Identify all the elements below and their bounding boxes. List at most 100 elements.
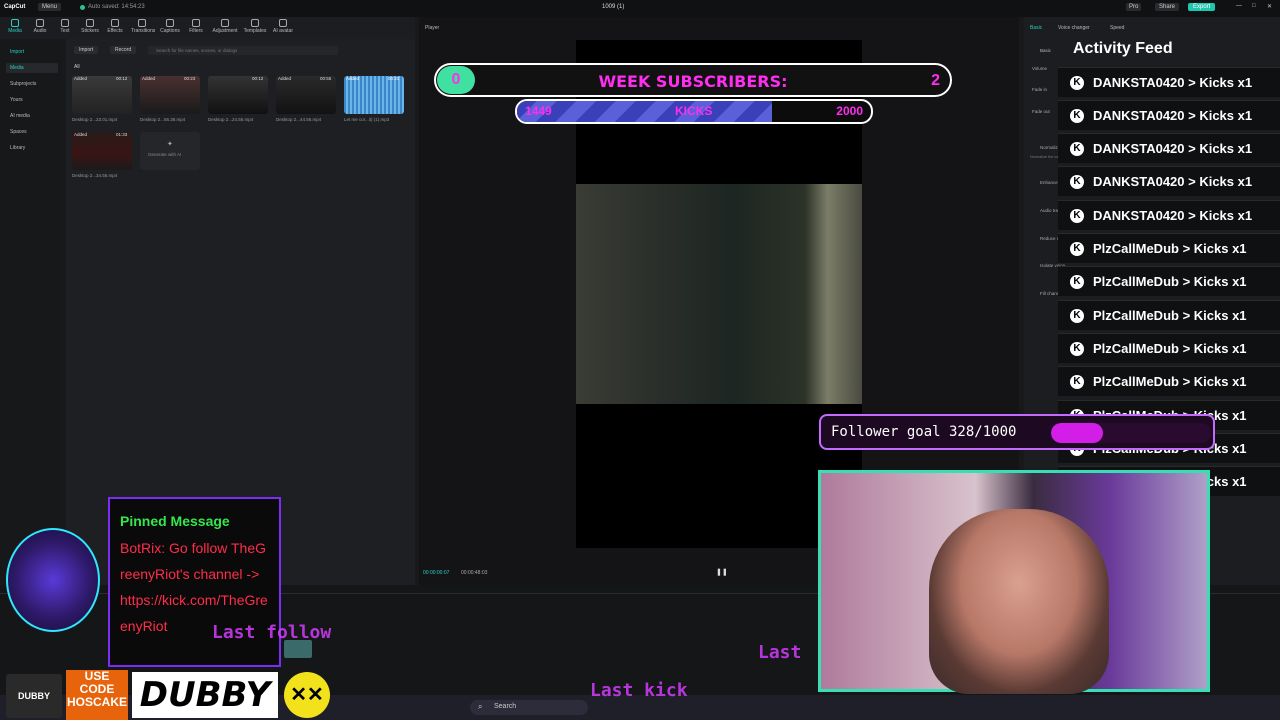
clip-name: Let me cor...it) (1).mp3 xyxy=(344,117,390,122)
current-time: 00:00:00:07 xyxy=(423,570,450,576)
clip-thumbnail-1[interactable] xyxy=(72,76,132,114)
tab-speed[interactable]: Speed xyxy=(1110,25,1124,31)
audio-waveform-thumbnail[interactable] xyxy=(344,76,404,114)
sidebar-import[interactable]: Import xyxy=(6,47,58,57)
sidebar-item-spaces[interactable]: Spaces xyxy=(6,127,58,137)
share-button[interactable]: Share xyxy=(1155,3,1180,11)
kick-icon: K xyxy=(1070,275,1084,289)
activity-feed-item: K DANKSTA0420 > Kicks x1 xyxy=(1058,166,1280,196)
adjustment-icon xyxy=(221,19,229,27)
kick-icon: K xyxy=(1070,375,1084,389)
clip-thumbnail-3[interactable] xyxy=(208,76,268,114)
kicks-current: 1449 xyxy=(525,104,552,118)
effects-icon xyxy=(111,19,119,27)
kick-icon: K xyxy=(1070,342,1084,356)
sponsor-banner: DUBBY USE CODE HOSCAKE DUBBY ✕✕ xyxy=(0,670,336,720)
activity-feed-text: PlzCallMeDub > Kicks x1 xyxy=(1093,341,1247,356)
follower-goal-bar xyxy=(1051,423,1211,443)
toolbar-stickers[interactable]: Stickers xyxy=(79,19,101,34)
pro-button[interactable]: Pro xyxy=(1126,3,1142,11)
last-sub-label: Last xyxy=(758,642,802,663)
generate-with-ai-card[interactable]: ✦ Generate with AI xyxy=(140,132,200,170)
dubby-face-icon: ✕✕ xyxy=(284,672,330,718)
kicks-progress-fill xyxy=(517,101,772,122)
filter-all[interactable]: All xyxy=(74,64,80,70)
clip-name: Desktop 2...44.56.mp4 xyxy=(276,117,322,122)
activity-feed-item: K PlzCallMeDub > Kicks x1 xyxy=(1058,233,1280,263)
webcam-feed xyxy=(818,470,1210,694)
video-frame xyxy=(576,184,862,404)
minimize-icon[interactable]: — xyxy=(1236,3,1242,9)
activity-feed-item: K PlzCallMeDub > Kicks x1 xyxy=(1058,266,1280,296)
player-label: Player xyxy=(425,25,440,31)
streamer-face xyxy=(929,509,1109,694)
tab-voice-changer[interactable]: Voice changer xyxy=(1058,25,1090,31)
clip-name: Desktop 2...24.56.mp4 xyxy=(208,117,254,122)
kicks-goal-bar: 1449 KICKS 2000 xyxy=(515,99,873,124)
toolbar-effects[interactable]: Effects xyxy=(104,19,126,34)
sidebar-item-media[interactable]: Media xyxy=(6,63,58,73)
section-basic: Basic xyxy=(1040,48,1052,53)
audio-icon xyxy=(36,19,44,27)
activity-feed-item: K PlzCallMeDub > Kicks x1 xyxy=(1058,366,1280,396)
activity-feed-text: PlzCallMeDub > Kicks x1 xyxy=(1093,241,1247,256)
menu-button[interactable]: Menu xyxy=(38,3,62,11)
activity-feed-text: PlzCallMeDub > Kicks x1 xyxy=(1093,374,1247,389)
toolbar-text[interactable]: Text xyxy=(54,19,76,34)
autosave-status: Auto saved: 14:54:23 xyxy=(88,4,145,10)
toolbar-audio[interactable]: Audio xyxy=(29,19,51,34)
generate-label: Generate with AI xyxy=(148,152,182,157)
kick-icon: K xyxy=(1070,109,1084,123)
kick-icon: K xyxy=(1070,175,1084,189)
toolbar-captions[interactable]: Captions xyxy=(159,19,181,34)
kick-icon: K xyxy=(1070,209,1084,223)
project-title: 1009 (1) xyxy=(602,4,625,10)
sidebar-item-subprojects[interactable]: Subprojects xyxy=(6,79,58,89)
import-button[interactable]: Import xyxy=(74,46,99,54)
toolbar-adjustment[interactable]: Adjustment xyxy=(212,19,238,34)
tab-basic[interactable]: Basic xyxy=(1030,25,1042,31)
record-button[interactable]: Record xyxy=(110,46,137,54)
clip-thumbnail-4[interactable] xyxy=(276,76,336,114)
kick-icon: K xyxy=(1070,142,1084,156)
activity-feed-title: Activity Feed xyxy=(1073,40,1173,57)
sidebar-item-yours[interactable]: Yours xyxy=(6,95,58,105)
autosave-icon xyxy=(80,5,85,10)
dubby-can: DUBBY xyxy=(6,674,62,718)
activity-feed-text: DANKSTA0420 > Kicks x1 xyxy=(1093,75,1253,90)
toolbar-ai-avatar[interactable]: AI avatar xyxy=(272,19,294,34)
sidebar-item-ai-media[interactable]: AI media xyxy=(6,111,58,121)
last-kick-label: Last kick xyxy=(590,680,688,701)
maximize-icon[interactable]: □ xyxy=(1252,3,1256,9)
activity-feed-item: K PlzCallMeDub > Kicks x1 xyxy=(1058,300,1280,330)
clip-name: Desktop 2...23.01.mp4 xyxy=(72,117,118,122)
toolbar-filters[interactable]: Filters xyxy=(185,19,207,34)
media-sidebar: Import Media Subprojects Yours AI media … xyxy=(0,39,62,599)
dubby-logo: DUBBY xyxy=(132,672,278,718)
sidebar-item-library[interactable]: Library xyxy=(6,143,58,153)
taskbar-search[interactable]: ⌕ Search xyxy=(470,700,588,715)
taskbar-search-label: Search xyxy=(494,703,517,710)
pause-button[interactable]: ❚❚ xyxy=(716,568,728,576)
toolbar-transitions[interactable]: Transitions xyxy=(131,19,155,34)
toolbar-media[interactable]: Media xyxy=(4,19,26,34)
app-logo: CapCut xyxy=(4,4,26,10)
week-subscribers-bar: 0 WEEK SUBSCRIBERS: 2 xyxy=(434,63,952,97)
toolbar-templates[interactable]: Templates xyxy=(242,19,268,34)
media-icon xyxy=(11,19,19,27)
activity-feed-text: PlzCallMeDub > Kicks x1 xyxy=(1093,274,1247,289)
fade-out-label: Fade out xyxy=(1032,109,1050,114)
activity-feed-text: DANKSTA0420 > Kicks x1 xyxy=(1093,174,1253,189)
media-search-input[interactable]: Search for file names, scenes, or dialog… xyxy=(148,46,338,55)
media-toolbar: Media Audio Text Stickers Effects Transi… xyxy=(0,17,415,39)
close-icon[interactable]: ✕ xyxy=(1267,3,1272,10)
title-bar: CapCut Menu Auto saved: 14:54:23 1009 (1… xyxy=(0,0,1280,17)
export-button[interactable]: Export xyxy=(1188,3,1216,11)
clip-thumbnail-6[interactable] xyxy=(72,132,132,170)
activity-feed-item: K DANKSTA0420 > Kicks x1 xyxy=(1058,133,1280,163)
kick-icon: K xyxy=(1070,309,1084,323)
transitions-icon xyxy=(138,19,146,27)
clip-thumbnail-2[interactable] xyxy=(140,76,200,114)
activity-feed-text: DANKSTA0420 > Kicks x1 xyxy=(1093,141,1253,156)
activity-feed-item: K DANKSTA0420 > Kicks x1 xyxy=(1058,67,1280,97)
